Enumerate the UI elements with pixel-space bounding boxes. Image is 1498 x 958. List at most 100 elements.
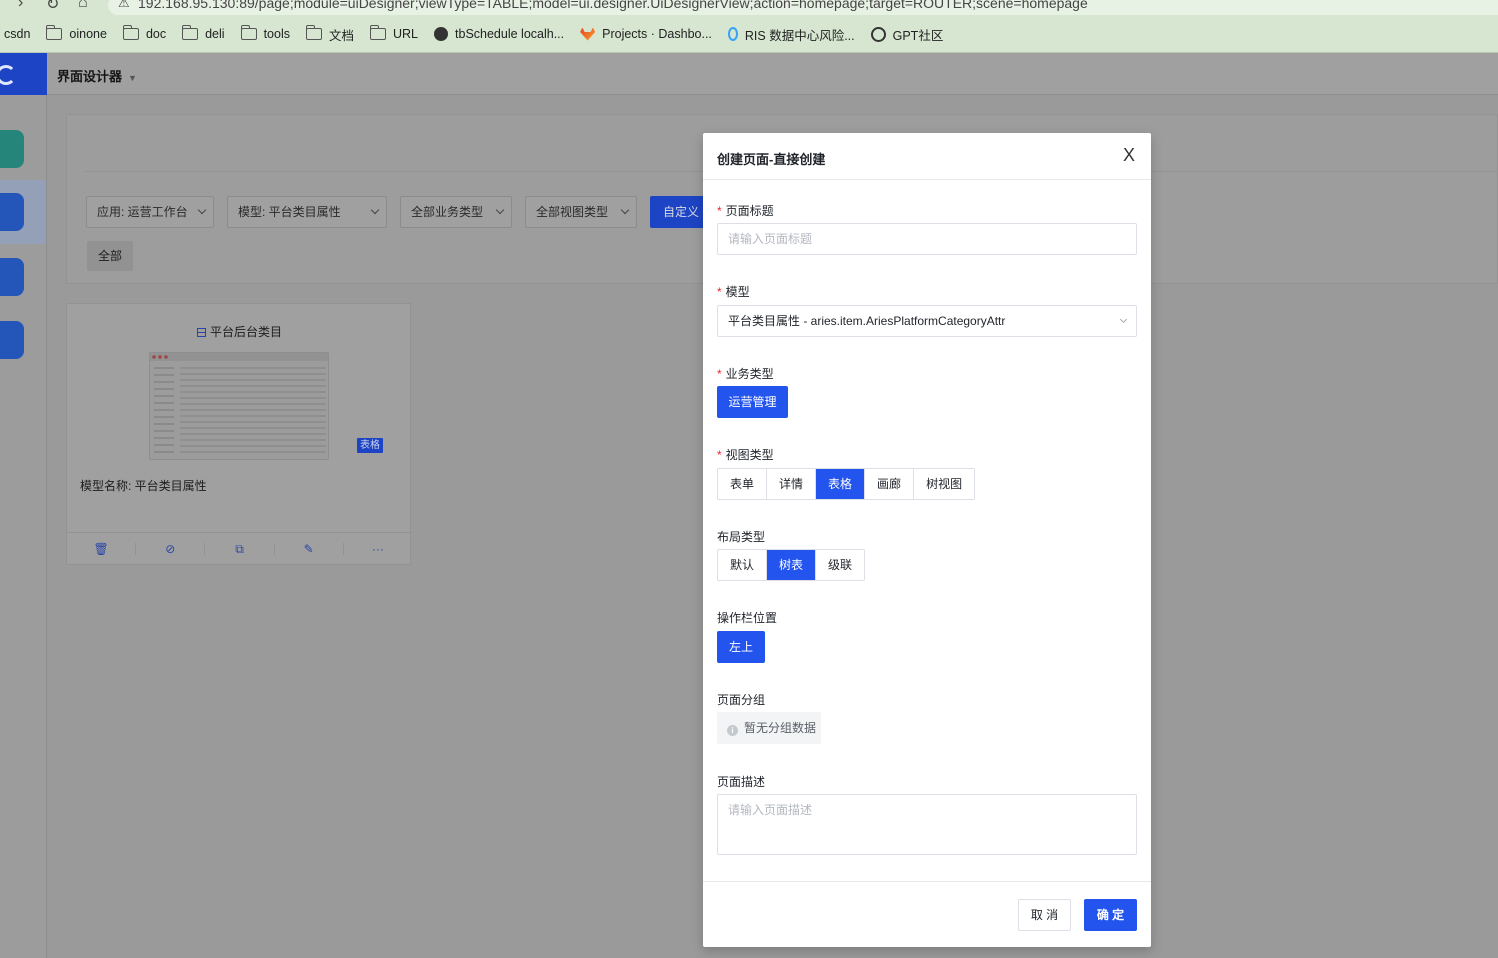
cancel-button[interactable]: 取 消 [1018, 899, 1071, 931]
browser-address-bar: › ↻ ⌂ ⚠ 192.168.95.130:89/page;module=ui… [0, 0, 1498, 16]
hide-icon[interactable]: ⊘ [136, 543, 206, 555]
view-type-filter-value: 全部视图类型 [536, 205, 609, 219]
copy-icon[interactable]: ⧉ [205, 543, 275, 555]
required-mark: * [717, 367, 722, 381]
sidebar-item-flow[interactable] [0, 258, 24, 296]
action-bar-option-top-left[interactable]: 左上 [717, 631, 765, 663]
sidebar-item-report[interactable] [0, 321, 24, 359]
logo-icon [0, 65, 16, 85]
gitlab-icon [580, 27, 596, 41]
custom-button[interactable]: 自定义 [650, 196, 706, 228]
thumbnail-bar [150, 353, 328, 361]
card-actions: 🗑 ⊘ ⧉ ✎ ··· [67, 532, 412, 565]
bookmark-item[interactable]: tbSchedule localh... [434, 27, 564, 41]
folder-icon [240, 25, 257, 40]
model-filter-select[interactable]: 模型: 平台类目属性 [227, 196, 387, 228]
ris-icon [727, 27, 738, 41]
close-icon[interactable]: X [1123, 146, 1135, 164]
layout-type-option-2[interactable]: 级联 [816, 550, 865, 580]
bookmark-label: deli [205, 27, 225, 41]
page-title-label-text: 页面标题 [725, 204, 774, 218]
layout-type-segmented: 默认 树表 级联 [717, 549, 866, 581]
openai-icon [870, 26, 886, 42]
chevron-down-icon [197, 205, 207, 215]
biz-type-filter-select[interactable]: 全部业务类型 [400, 196, 512, 228]
app-logo[interactable] [0, 53, 47, 95]
view-type-segmented: 表单 详情 表格 画廊 树视图 [717, 468, 976, 500]
edit-icon[interactable]: ✎ [275, 543, 344, 555]
card-model-name: 模型名称: 平台类目属性 [80, 479, 207, 493]
view-type-option-2[interactable]: 表格 [816, 469, 866, 499]
layout-type-label: 布局类型 [717, 530, 766, 544]
biz-type-label-text: 业务类型 [725, 367, 774, 381]
folder-icon [370, 25, 386, 40]
folder-icon [122, 25, 139, 40]
view-type-option-1[interactable]: 详情 [767, 469, 817, 499]
not-secure-icon[interactable]: ⚠ [118, 0, 130, 11]
view-type-option-3[interactable]: 画廊 [865, 469, 915, 499]
required-mark: * [717, 285, 722, 299]
confirm-button[interactable]: 确 定 [1084, 899, 1137, 931]
window-dots-icon [152, 355, 168, 359]
info-icon: i [727, 725, 738, 736]
bookmarks-bar: csdn oinone doc deli tools 文档 URL tbSchedule lo… [0, 16, 1498, 53]
page-title-input[interactable] [717, 223, 1137, 255]
table-icon [196, 328, 206, 337]
view-type-filter-select[interactable]: 全部视图类型 [525, 196, 637, 228]
biz-type-label: * 业务类型 [717, 365, 774, 382]
thumbnail-sidebar [154, 367, 174, 453]
home-icon[interactable]: ⌂ [78, 0, 88, 12]
model-select-value: 平台类目属性 - aries.item.AriesPlatformCategor… [728, 314, 1006, 328]
page-group-label: 页面分组 [717, 693, 766, 707]
view-type-option-4[interactable]: 树视图 [914, 469, 975, 499]
folder-icon [305, 25, 322, 40]
all-tag[interactable]: 全部 [87, 241, 133, 271]
reload-icon[interactable]: ↻ [46, 0, 59, 14]
bookmark-item[interactable]: 文档 [305, 25, 354, 44]
bookmark-label: URL [393, 27, 419, 41]
model-filter-value: 模型: 平台类目属性 [238, 205, 341, 219]
page-desc-label: 页面描述 [717, 775, 766, 789]
page-desc-textarea[interactable] [717, 794, 1137, 855]
action-bar-label: 操作栏位置 [717, 611, 778, 625]
view-type-option-0[interactable]: 表单 [718, 469, 768, 499]
more-icon[interactable]: ··· [344, 543, 412, 555]
sidebar-item-ui-designer[interactable] [0, 193, 24, 231]
bookmark-item[interactable]: oinone [46, 25, 107, 41]
chevron-down-icon [370, 205, 380, 215]
folder-icon [182, 25, 199, 40]
page-card[interactable]: 平台后台类目 表格 模型名称: 平台类目属性 🗑 ⊘ ⧉ ✎ ··· [66, 303, 412, 565]
view-type-label: * 视图类型 [717, 446, 774, 463]
bookmark-item[interactable]: csdn [4, 27, 30, 41]
bookmark-item[interactable]: Projects · Dashbo... [580, 27, 712, 41]
model-label-text: 模型 [725, 285, 750, 299]
bookmark-item[interactable]: URL [370, 25, 419, 41]
page-group-empty-text: 暂无分组数据 [744, 721, 817, 735]
modal-footer: 取 消 确 定 [703, 881, 1151, 947]
sidebar-item-model[interactable] [0, 130, 24, 168]
modal-title: 创建页面-直接创建 [717, 152, 826, 167]
view-type-badge: 表格 [357, 438, 383, 453]
bookmark-item[interactable]: GPT社区 [870, 25, 944, 44]
bookmark-item[interactable]: RIS 数据中心风险... [727, 25, 855, 44]
folder-icon [46, 25, 63, 40]
required-mark: * [717, 204, 722, 218]
model-select[interactable]: 平台类目属性 - aries.item.AriesPlatformCategor… [717, 305, 1137, 337]
bookmark-item[interactable]: deli [182, 25, 225, 41]
bookmark-label: GPT社区 [892, 28, 944, 43]
bookmark-label: csdn [4, 27, 31, 41]
page-group-empty: i 暂无分组数据 [717, 712, 821, 744]
layout-type-option-1[interactable]: 树表 [767, 550, 817, 580]
bookmark-item[interactable]: doc [122, 25, 166, 41]
biz-type-option-ops[interactable]: 运营管理 [717, 386, 788, 418]
app-filter-select[interactable]: 应用: 运营工作台 [86, 196, 214, 228]
url-field[interactable]: ⚠ 192.168.95.130:89/page;module=uiDesign… [108, 0, 1498, 15]
layout-type-option-0[interactable]: 默认 [718, 550, 768, 580]
forward-icon[interactable]: › [18, 0, 23, 12]
app-title[interactable]: 界面设计器 ▼ [57, 66, 137, 85]
biz-type-filter-value: 全部业务类型 [411, 205, 484, 219]
caret-down-icon: ▼ [128, 73, 137, 83]
delete-icon[interactable]: 🗑 [67, 543, 137, 555]
bookmark-item[interactable]: tools [240, 25, 290, 41]
chevron-down-icon [495, 205, 505, 215]
